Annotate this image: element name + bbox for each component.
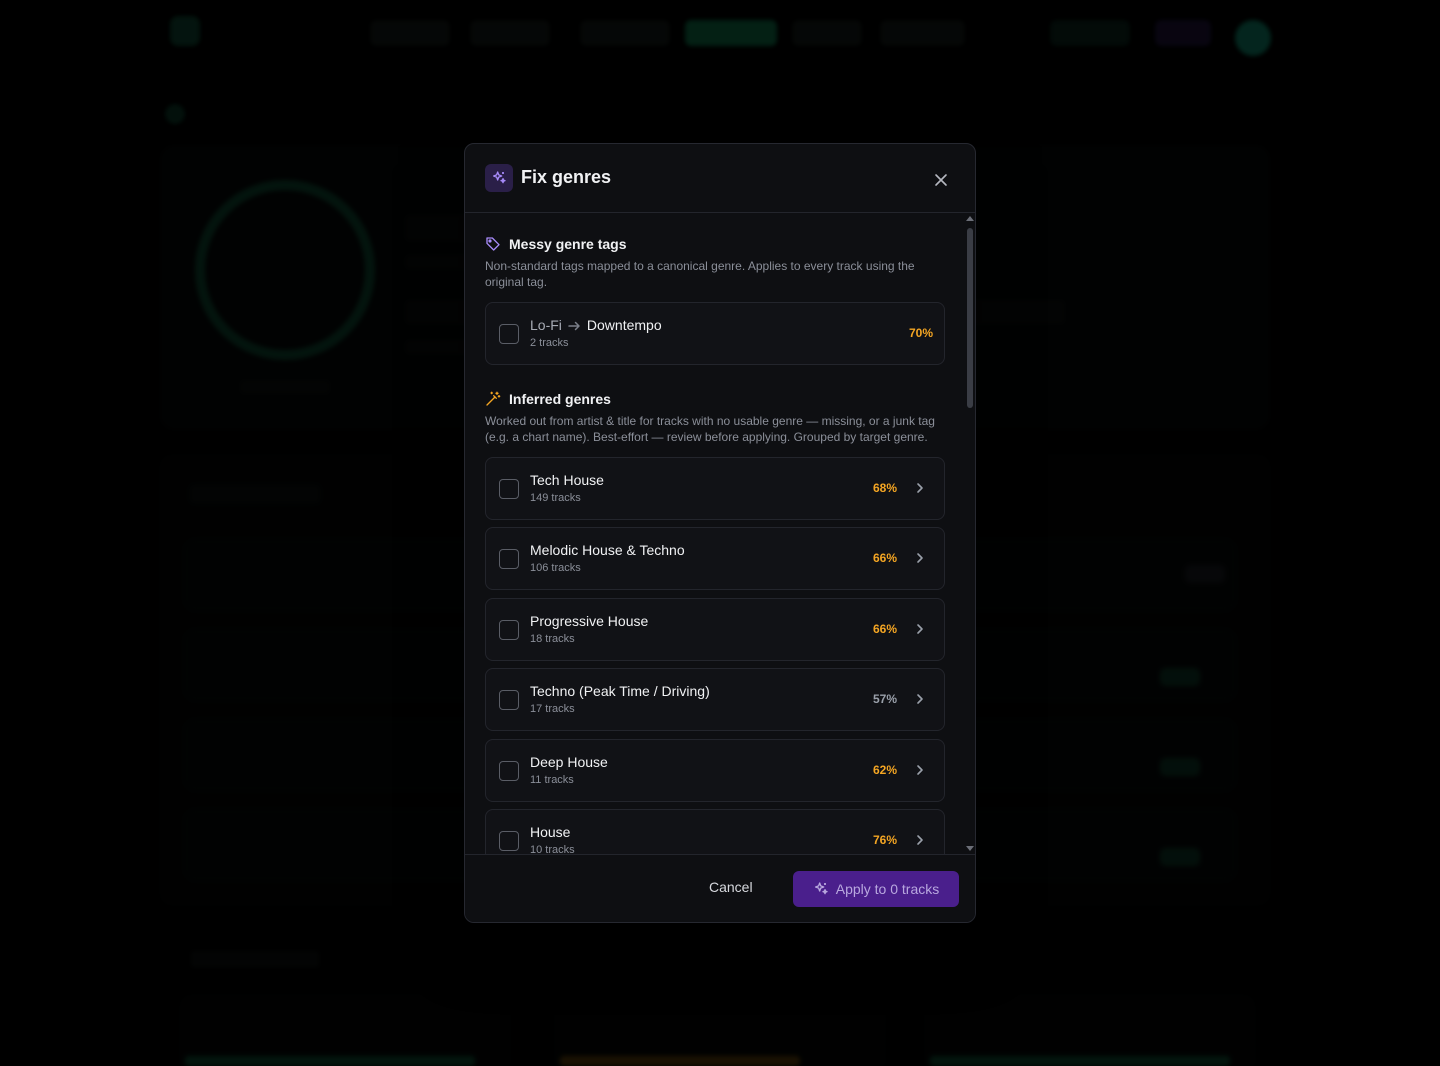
confidence-value: 76% (872, 833, 897, 847)
dialog-footer: Cancel Apply to 0 tracks (465, 854, 975, 922)
genre-name: Tech House (530, 472, 604, 488)
cancel-button[interactable]: Cancel (709, 879, 753, 895)
genre-checkbox[interactable] (499, 761, 519, 781)
genre-checkbox[interactable] (499, 831, 519, 851)
genre-name: Progressive House (530, 613, 649, 629)
genre-name: Deep House (530, 754, 608, 770)
genre-checkbox[interactable] (499, 549, 519, 569)
track-count: 10 tracks (530, 844, 575, 854)
confidence-value: 62% (872, 763, 897, 777)
sparkles-icon (814, 882, 828, 895)
inferred-section-description: Worked out from artist & title for track… (485, 414, 935, 444)
inferred-genre-row[interactable]: Deep House 11 tracks 62% (485, 739, 945, 802)
inferred-genre-row[interactable]: House 10 tracks 76% (485, 809, 945, 854)
confidence-value: 57% (872, 692, 897, 706)
dialog-header: Fix genres (465, 144, 975, 213)
wand-icon (486, 391, 501, 406)
genre-checkbox[interactable] (499, 690, 519, 710)
scroll-up-arrow[interactable] (966, 216, 974, 221)
track-count: 17 tracks (530, 703, 575, 715)
arrow-right-icon (568, 322, 580, 331)
fix-genres-dialog: Fix genres Messy genre tags Non-standard… (464, 143, 976, 923)
inferred-section-header: Inferred genres (485, 391, 611, 407)
apply-button[interactable]: Apply to 0 tracks (793, 871, 959, 907)
dialog-title: Fix genres (521, 167, 612, 187)
close-button[interactable] (929, 168, 953, 192)
messy-tag-checkbox[interactable] (499, 324, 519, 344)
chevron-right-icon[interactable] (912, 550, 928, 566)
genre-name: Techno (Peak Time / Driving) (530, 683, 710, 699)
track-count: 2 tracks (530, 337, 569, 349)
canonical-genre: Downtempo (586, 317, 662, 333)
track-count: 11 tracks (530, 774, 574, 786)
chevron-right-icon[interactable] (912, 621, 928, 637)
track-count: 18 tracks (530, 633, 575, 645)
confidence-value: 68% (872, 481, 897, 495)
messy-tag-row[interactable]: Lo-Fi Downtempo 2 tracks 70% (485, 302, 945, 365)
tag-mapping: Lo-Fi Downtempo (530, 317, 662, 333)
confidence-value: 70% (908, 326, 933, 340)
chevron-right-icon[interactable] (912, 832, 928, 848)
original-tag: Lo-Fi (530, 317, 562, 333)
messy-section-header: Messy genre tags (485, 236, 627, 252)
messy-section-title: Messy genre tags (509, 236, 627, 252)
apply-button-label: Apply to 0 tracks (835, 881, 940, 897)
genre-checkbox[interactable] (499, 479, 519, 499)
genre-name: House (530, 824, 571, 840)
inferred-genre-row[interactable]: Melodic House & Techno 106 tracks 66% (485, 527, 945, 590)
close-icon (935, 174, 947, 186)
chevron-right-icon[interactable] (912, 762, 928, 778)
confidence-value: 66% (872, 551, 897, 565)
confidence-value: 66% (872, 622, 897, 636)
track-count: 106 tracks (530, 562, 581, 574)
messy-section-description: Non-standard tags mapped to a canonical … (485, 259, 915, 289)
scroll-down-arrow[interactable] (966, 846, 974, 851)
inferred-genre-row[interactable]: Techno (Peak Time / Driving) 17 tracks 5… (485, 668, 945, 731)
track-count: 149 tracks (530, 492, 581, 504)
inferred-section-title: Inferred genres (509, 391, 611, 407)
scrollbar-thumb[interactable] (967, 228, 973, 408)
inferred-genre-row[interactable]: Progressive House 18 tracks 66% (485, 598, 945, 661)
genre-checkbox[interactable] (499, 620, 519, 640)
chevron-right-icon[interactable] (912, 480, 928, 496)
inferred-genre-row[interactable]: Tech House 149 tracks 68% (485, 457, 945, 520)
dialog-body[interactable]: Messy genre tags Non-standard tags mappe… (465, 214, 975, 854)
sparkles-icon (485, 164, 513, 192)
genre-name: Melodic House & Techno (530, 542, 685, 558)
chevron-right-icon[interactable] (912, 691, 928, 707)
tag-icon (486, 237, 500, 251)
